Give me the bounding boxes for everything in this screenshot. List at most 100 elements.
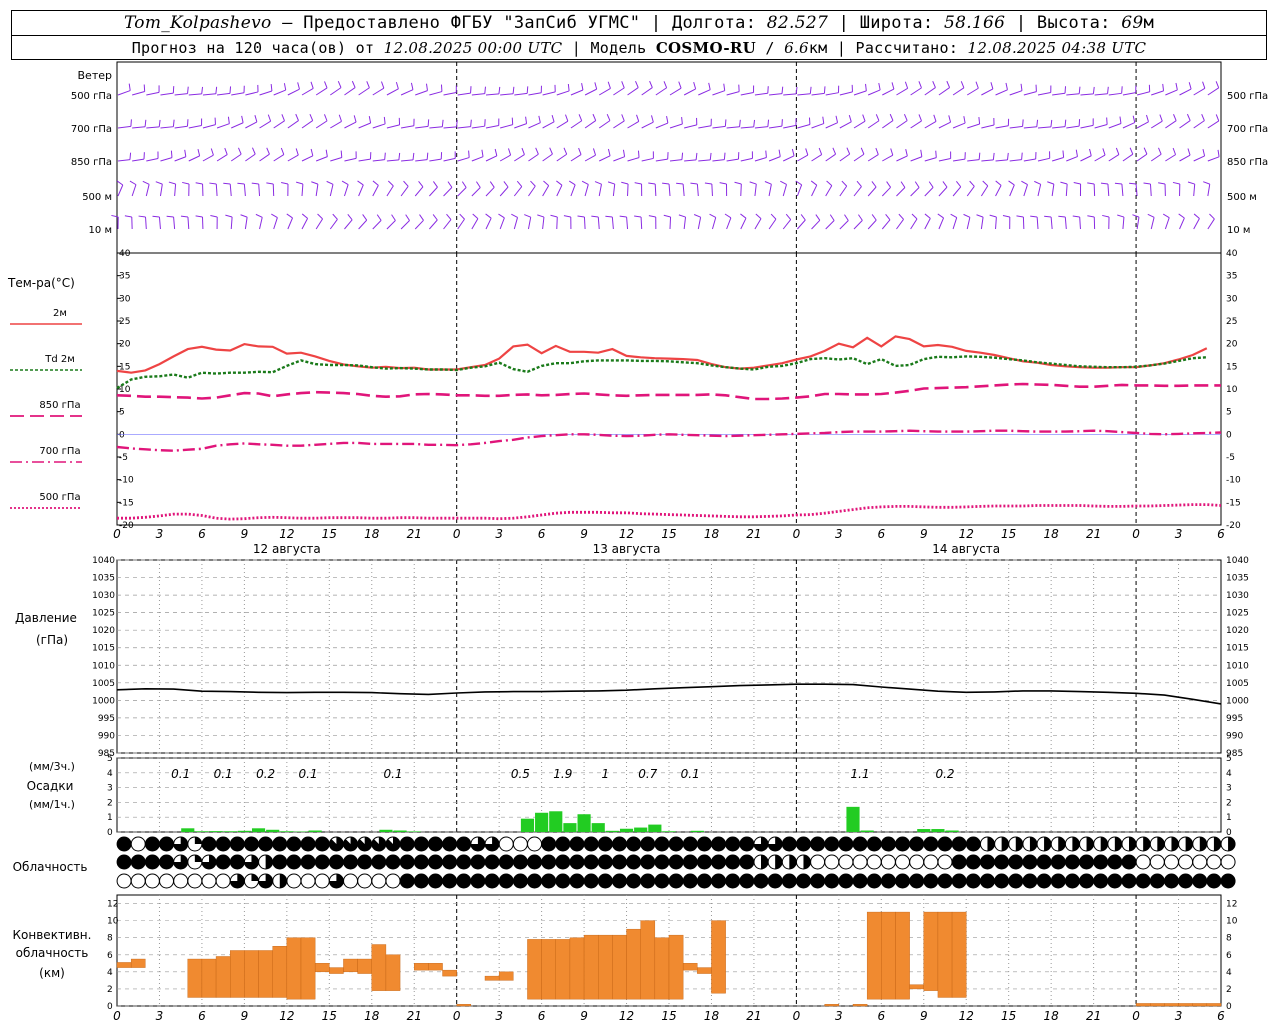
wind-barb-staff	[386, 185, 394, 197]
wind-barbs	[111, 80, 1220, 230]
conv-tick-label-left: 0	[107, 1002, 113, 1012]
cloud-cover-symbol	[498, 836, 514, 852]
wind-barb-staff	[613, 156, 625, 162]
wind-barb-flag	[1132, 115, 1136, 123]
cloud-fill-partial	[1129, 837, 1136, 851]
cloud-cover-symbol	[1107, 836, 1123, 852]
wind-barb-staff	[1193, 155, 1205, 162]
wind-barb-flag	[858, 214, 863, 221]
cloud-fill-full	[117, 837, 132, 851]
cloud-cover-symbol	[314, 836, 330, 852]
cloud-cover-symbol	[328, 836, 344, 852]
wind-barb-staff	[669, 159, 682, 162]
precip-bar	[520, 818, 535, 832]
cloud-circle	[810, 854, 826, 870]
wind-barb-staff	[1122, 153, 1134, 162]
temp-legend-label: Td 2м	[44, 354, 75, 365]
wind-barb-flag	[1044, 215, 1052, 218]
wind-barb-flag	[195, 215, 203, 218]
wind-barb-flag	[310, 148, 314, 156]
cloud-fill-full	[1178, 874, 1193, 888]
cloud-cover-symbol	[498, 854, 514, 870]
hour-label-temp-axis: 0	[793, 527, 801, 541]
wind-barb-staff	[344, 87, 356, 96]
conv-cloud-bar	[598, 934, 613, 1000]
wind-barb-flag	[1158, 182, 1166, 185]
cloud-fill-full	[442, 837, 457, 851]
wind-barb-flag	[311, 181, 319, 185]
conv-cloud-bar	[1150, 1003, 1165, 1007]
wind-barb-flag	[1021, 180, 1028, 186]
wind-barb-flag	[1036, 119, 1039, 127]
wind-level-label-right: 700 гПа	[1227, 124, 1268, 135]
wind-barb-staff	[259, 90, 273, 96]
cloud-fill-full	[952, 837, 967, 851]
cloud-cover-symbol	[371, 836, 387, 852]
wind-barb-staff	[315, 218, 323, 230]
precip-bar	[181, 828, 195, 832]
wind-barb-flag	[238, 147, 242, 155]
wind-barb-staff	[372, 159, 385, 162]
hour-label-bottom-axis: 18	[704, 1009, 720, 1023]
cloud-fill-partial	[265, 855, 273, 869]
cloud-cover-symbol	[1008, 836, 1024, 852]
wind-level-label-right: 500 м	[1227, 192, 1257, 203]
cloud-cover-symbol	[442, 854, 458, 870]
wind-barb-flag	[785, 213, 792, 220]
precip-tick-label-right: 1	[1226, 813, 1232, 823]
temp-legend-label: 500 гПа	[39, 492, 80, 503]
wind-barb-flag	[1064, 119, 1067, 127]
wind-barb-flag	[376, 214, 382, 221]
cloud-cover-symbol	[272, 854, 288, 870]
cloud-fill-full	[456, 874, 471, 888]
cloud-fill-full	[952, 855, 967, 869]
wind-barb-staff	[867, 186, 877, 197]
wind-barb-flag	[848, 114, 852, 122]
wind-barb-staff	[443, 126, 457, 129]
wind-barb-flag	[905, 148, 908, 157]
wind-barb-flag	[209, 182, 217, 185]
wind-barb-flag	[166, 215, 174, 218]
conv-cloud-bar	[329, 967, 344, 974]
cloud-fill-full	[824, 874, 839, 888]
wind-barb-flag	[563, 215, 571, 218]
hour-label-temp-axis: 18	[1044, 527, 1060, 541]
conv-cloud-bar	[230, 950, 245, 998]
cloud-fill-full	[994, 855, 1009, 869]
wind-barb-flag	[764, 181, 772, 185]
cloud-cover-symbol	[626, 854, 642, 870]
cloud-fill-full	[824, 837, 839, 851]
wind-barb-staff	[1079, 216, 1081, 230]
cloud-fill-full	[966, 837, 981, 851]
wind-barb-flag	[1147, 213, 1155, 218]
wind-barb-staff	[202, 154, 214, 162]
wind-barb-flag	[215, 86, 218, 94]
conv-cloud-bar	[1192, 1003, 1208, 1007]
wind-barb-flag	[347, 213, 353, 221]
cloud-fill-full	[711, 874, 726, 888]
cloud-fill-full	[654, 837, 669, 851]
cloud-fill-full	[654, 855, 669, 869]
wind-barb-staff	[966, 186, 975, 197]
cloud-fill-partial	[1213, 837, 1221, 852]
wind-barb-staff	[599, 155, 611, 162]
precip-tick-label-left: 5	[107, 754, 113, 764]
conv-cloud-bar	[555, 939, 571, 1000]
cloud-cover-symbol	[838, 873, 854, 889]
precip-bar	[393, 830, 407, 832]
wind-barb-staff	[1080, 93, 1094, 96]
wind-barb-flag	[651, 115, 654, 123]
wind-barb-staff	[414, 219, 424, 230]
wind-barb-flag	[622, 149, 626, 157]
cloud-cover-symbol	[852, 836, 868, 852]
cloud-fill-full	[428, 855, 443, 869]
wind-barb-staff	[641, 157, 654, 162]
cloud-cover-symbol	[541, 854, 557, 870]
wind-barb-staff	[131, 184, 137, 197]
pressure-tick-label-left: 1035	[92, 574, 115, 584]
wind-barb-staff	[556, 120, 569, 129]
wind-barb-staff	[839, 121, 852, 129]
cloud-cover-symbol	[909, 854, 925, 870]
cloud-cover-symbol	[159, 836, 175, 852]
cloud-fill-full	[725, 837, 740, 851]
